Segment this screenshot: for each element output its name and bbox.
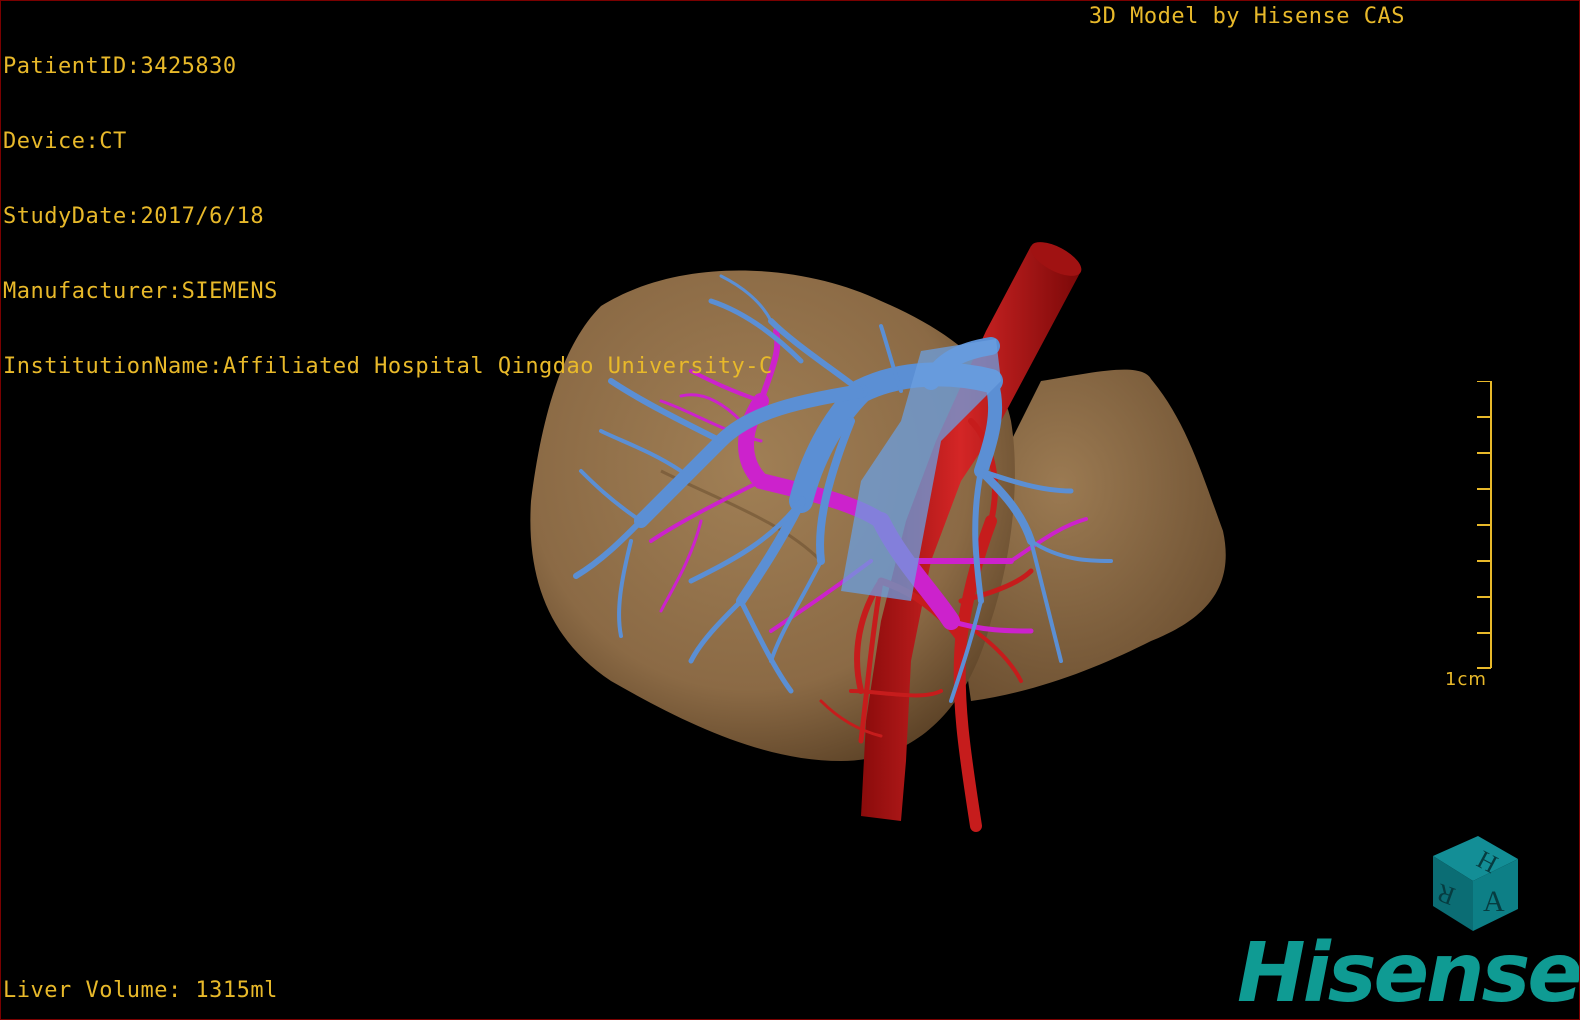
scale-bar [1477, 381, 1492, 669]
3d-viewport[interactable]: PatientID:3425830 Device:CT StudyDate:20… [0, 0, 1580, 1020]
dicom-info-panel: PatientID:3425830 Device:CT StudyDate:20… [3, 4, 773, 429]
cube-face-a: A [1483, 885, 1505, 918]
model-credit: 3D Model by Hisense CAS [1088, 4, 1405, 29]
institution-name: InstitutionName:Affiliated Hospital Qing… [3, 354, 773, 379]
patient-id: PatientID:3425830 [3, 54, 237, 79]
study-date: StudyDate:2017/6/18 [3, 204, 265, 229]
hisense-logo: Hisense [1237, 926, 1580, 1020]
scale-label: 1cm [1445, 669, 1487, 690]
orientation-cube[interactable]: H R A [1413, 831, 1533, 941]
device: Device:CT [3, 129, 127, 154]
manufacturer: Manufacturer:SIEMENS [3, 279, 278, 304]
liver-volume: Liver Volume: 1315ml [3, 978, 278, 1003]
